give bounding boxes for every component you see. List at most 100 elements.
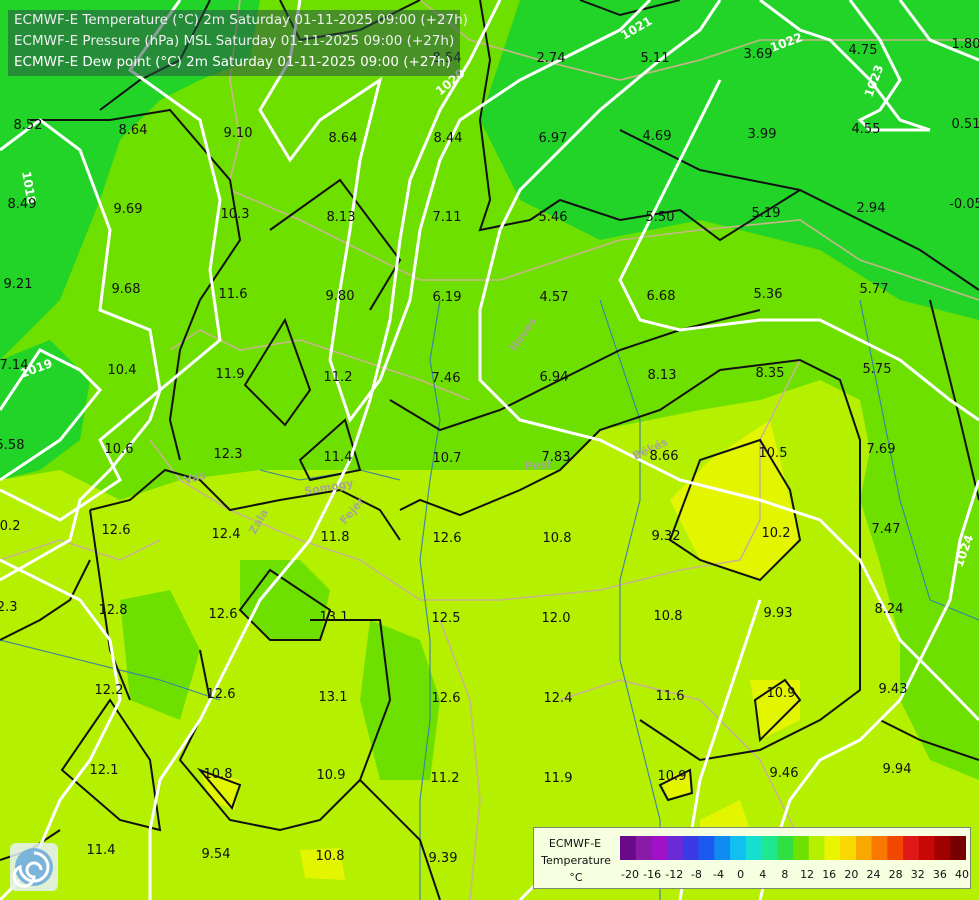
value-label: 8.49 (8, 197, 37, 212)
value-label: 5.11 (641, 51, 670, 66)
legend-swatch (793, 836, 810, 860)
value-label: 1.80 (952, 37, 979, 52)
value-label: 9.80 (326, 289, 355, 304)
value-label: 0.51 (952, 117, 979, 132)
value-label: 13.1 (319, 690, 348, 705)
value-label: 8.64 (329, 131, 358, 146)
value-label: 7.83 (542, 450, 571, 465)
value-label: 13.1 (320, 610, 349, 625)
value-label: 9.43 (879, 682, 908, 697)
value-label: 11.8 (321, 530, 350, 545)
value-label: 11.4 (324, 450, 353, 465)
legend-tick-label: -4 (713, 868, 725, 881)
legend-tick-label: 0 (737, 868, 745, 881)
value-label: 12.6 (102, 523, 131, 538)
legend-swatch (887, 836, 904, 860)
legend-tick-label: 20 (844, 868, 859, 881)
value-label: 10.8 (204, 767, 233, 782)
value-label: -0.05 (949, 197, 979, 212)
value-label: 10.8 (543, 531, 572, 546)
value-label: 12.6 (432, 691, 461, 706)
legend-swatch (714, 836, 731, 860)
legend-swatch (730, 836, 747, 860)
legend-tick-label: 28 (888, 868, 903, 881)
legend-swatch (761, 836, 778, 860)
legend-swatch (620, 836, 637, 860)
legend-title-1: ECMWF-E (548, 837, 602, 850)
legend-swatch (871, 836, 888, 860)
title-temperature: ECMWF-E Temperature (°C) 2m Saturday 01-… (14, 12, 468, 28)
value-label: 4.69 (643, 129, 672, 144)
value-label: 9.21 (4, 277, 33, 292)
value-label: 7.46 (432, 371, 461, 386)
legend-tick-label: -20 (621, 868, 639, 881)
value-label: 5.58 (0, 438, 24, 453)
legend-tick-label: 40 (955, 868, 969, 881)
value-label: 2.74 (537, 51, 566, 66)
value-label: 9.46 (770, 766, 799, 781)
value-label: 4.55 (852, 122, 881, 137)
legend-swatch (745, 836, 763, 860)
weather-map: 1018 1019 1020 1021 1022 1023 1024 Vas Z… (0, 0, 979, 900)
legend-tick-label: 24 (866, 868, 881, 881)
value-label: 10.9 (658, 769, 687, 784)
value-label: 10.7 (433, 451, 462, 466)
value-label: 7.69 (867, 442, 896, 457)
value-label: 6.97 (539, 131, 568, 146)
value-label: 11.4 (87, 843, 116, 858)
legend-tick-label: -12 (665, 868, 684, 881)
value-label: 10.2 (762, 526, 791, 541)
value-label: 8.13 (648, 368, 677, 383)
value-label: 10.4 (108, 363, 137, 378)
value-label: 10.6 (105, 442, 134, 457)
value-label: 10.5 (759, 446, 788, 461)
legend-swatch (824, 836, 841, 860)
value-label: 7.47 (872, 522, 901, 537)
legend-swatch (840, 836, 857, 860)
value-label: 5.46 (539, 210, 568, 225)
value-label: 12.0 (542, 611, 571, 626)
legend-color-bar (620, 836, 966, 860)
legend-tick-label: 4 (759, 868, 767, 881)
value-label: 10.3 (221, 207, 250, 222)
legend-tick-label: -16 (643, 868, 662, 881)
value-label: 5.36 (754, 287, 783, 302)
legend-swatch (651, 836, 668, 860)
legend-swatch (682, 836, 700, 860)
value-label: 12.3 (214, 447, 243, 462)
legend-swatch (698, 836, 715, 860)
value-label: 12.8 (99, 603, 128, 618)
title-box: ECMWF-E Temperature (°C) 2m Saturday 01-… (8, 10, 468, 76)
value-label: 4.57 (540, 290, 569, 305)
value-label: 4.75 (849, 43, 878, 58)
value-label: 9.68 (112, 282, 141, 297)
value-label: 12.6 (207, 687, 236, 702)
value-label: 11.2 (324, 370, 353, 385)
legend-tick-label: 16 (822, 868, 837, 881)
legend-swatch (635, 836, 652, 860)
value-label: 10.8 (654, 609, 683, 624)
legend-swatch (903, 836, 920, 860)
legend-swatch (667, 836, 684, 860)
value-label: 12.6 (209, 607, 238, 622)
value-label: 8.35 (756, 366, 785, 381)
value-label: 9.93 (764, 606, 793, 621)
value-label: 8.44 (434, 131, 463, 146)
value-label: 9.39 (429, 851, 458, 866)
value-label: 12.4 (544, 691, 573, 706)
temperature-legend: ECMWF-E Temperature °C -20 -16 -12 -8 -4 0 4 8 1… (533, 827, 971, 889)
value-label: 6.19 (433, 290, 462, 305)
legend-title-3: °C (569, 871, 583, 884)
swirl-icon (12, 848, 53, 888)
value-label: 2.94 (857, 201, 886, 216)
value-label: 6.68 (647, 289, 676, 304)
value-label: 11.2 (431, 771, 460, 786)
legend-swatch (950, 836, 966, 860)
value-label: 8.52 (14, 118, 43, 133)
legend-swatch (808, 836, 825, 860)
value-label: 12.2 (95, 683, 124, 698)
legend-tick-label: 32 (910, 868, 925, 881)
value-label: 9.69 (114, 202, 143, 217)
value-label: 12.3 (0, 600, 17, 615)
value-label: 9.32 (652, 529, 681, 544)
